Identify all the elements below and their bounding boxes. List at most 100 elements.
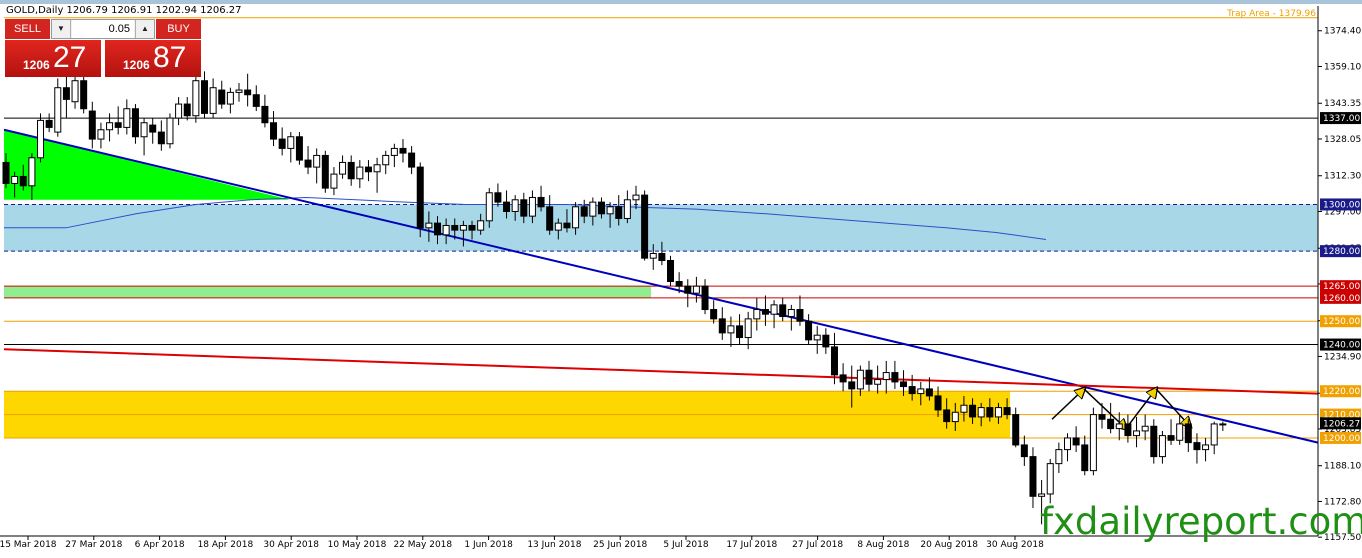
candle-body (1029, 456, 1037, 497)
candle-body (684, 285, 692, 294)
price-tag-label: 1200.00 (1323, 434, 1360, 444)
candle-body (477, 220, 485, 231)
candle-body (796, 309, 804, 322)
candle-body (572, 206, 580, 229)
candle-body (554, 222, 562, 231)
candle-body (235, 89, 243, 93)
candle-body (1089, 414, 1097, 472)
candle (166, 113, 174, 149)
candle-body (839, 374, 847, 383)
candle-body (1115, 423, 1123, 430)
candle-body (425, 222, 433, 229)
price-tag-label: 1260.00 (1323, 294, 1360, 304)
candle-body (1072, 437, 1080, 446)
candle-body (1141, 425, 1149, 432)
candle-body (209, 87, 217, 114)
candle-body (597, 201, 605, 215)
candle-body (787, 309, 795, 318)
candle-body (287, 136, 295, 149)
candle (667, 255, 675, 287)
price-tag-label: 1337.00 (1323, 114, 1360, 124)
candle-body (882, 372, 890, 381)
x-tick-label: 25 Jun 2018 (593, 540, 647, 550)
sell-button[interactable]: SELL (5, 19, 50, 39)
candle-body (606, 206, 614, 215)
candle (321, 150, 329, 193)
candle-body (1167, 435, 1175, 441)
buy-button[interactable]: BUY (156, 19, 201, 39)
x-tick-label: 27 Mar 2018 (65, 540, 122, 550)
candle-body (71, 80, 79, 103)
candle-body (261, 105, 269, 124)
candle-body (62, 87, 70, 100)
y-tick-label: 1312.30 (1324, 172, 1361, 182)
candle-body (88, 110, 96, 140)
candle-body (1055, 449, 1063, 465)
lot-size-stepper[interactable]: ▼ 0.05 ▲ (51, 19, 155, 39)
candle-body (45, 119, 53, 128)
top-border (0, 0, 1362, 4)
candle-body (615, 206, 623, 219)
chevron-down-icon[interactable]: ▼ (52, 20, 71, 38)
lot-size-input[interactable]: 0.05 (72, 20, 134, 38)
buy-price-prefix: 1206 (123, 58, 150, 72)
candle-body (339, 161, 347, 175)
candle-body (192, 80, 200, 117)
candle-body (1202, 444, 1210, 451)
candle-body (960, 404, 968, 413)
candle-body (114, 122, 122, 128)
x-tick-label: 10 May 2018 (328, 540, 387, 550)
candle-body (994, 407, 1002, 418)
candle-body (1210, 423, 1218, 446)
sell-price-prefix: 1206 (23, 58, 50, 72)
x-tick-label: 20 Aug 2018 (920, 540, 978, 550)
sell-price-button[interactable]: 1206 27 (5, 40, 101, 77)
price-tag-label: 1220.00 (1323, 387, 1360, 397)
price-tag-label: 1300.00 (1323, 200, 1360, 210)
x-tick-label: 30 Aug 2018 (986, 540, 1044, 550)
candle-body (459, 224, 467, 231)
symbol-info-label: GOLD,Daily 1206.79 1206.91 1202.94 1206.… (6, 5, 242, 16)
candle-body (649, 252, 657, 259)
x-tick-label: 17 Jul 2018 (726, 540, 777, 550)
candle-body (658, 252, 666, 261)
candle-body (1046, 463, 1054, 495)
candle-body (28, 157, 36, 187)
candle-body (494, 192, 502, 203)
candle-body (908, 386, 916, 395)
candle-body (943, 409, 951, 423)
candle-body (157, 131, 165, 145)
candle (80, 76, 88, 114)
candle-body (632, 194, 640, 201)
candle (1089, 407, 1097, 476)
candle-body (1184, 423, 1192, 444)
candle-body (520, 199, 528, 217)
candle-body (183, 103, 191, 117)
candle-body (451, 224, 459, 231)
candle-body (468, 224, 476, 231)
candle-body (399, 147, 407, 154)
candle-body (442, 224, 450, 236)
sell-price-big: 27 (53, 41, 87, 74)
candle-body (718, 318, 726, 334)
x-tick-label: 30 Apr 2018 (263, 540, 319, 550)
candle-body (1081, 444, 1089, 472)
x-tick-label: 18 Apr 2018 (198, 540, 254, 550)
watermark-text: fxdailyreport.com (1040, 500, 1362, 543)
candle-body (925, 388, 933, 397)
x-tick-label: 1 Jun 2018 (464, 540, 513, 550)
chart-area: Trap Area - 1379.96 1374.40 1359.10 1343.3… (0, 0, 1362, 554)
candle-body (244, 89, 252, 96)
candle-body (675, 281, 683, 287)
buy-price-button[interactable]: 1206 87 (105, 40, 201, 77)
chevron-up-icon[interactable]: ▲ (135, 20, 154, 38)
candle-body (131, 108, 139, 138)
candle-body (667, 259, 675, 283)
candle (416, 162, 424, 238)
candle-body (270, 122, 278, 140)
candle-body (770, 304, 778, 315)
candle-body (140, 122, 148, 138)
x-tick-label: 6 Apr 2018 (135, 540, 185, 550)
x-tick-label: 8 Aug 2018 (857, 540, 909, 550)
candle-body (356, 166, 364, 180)
